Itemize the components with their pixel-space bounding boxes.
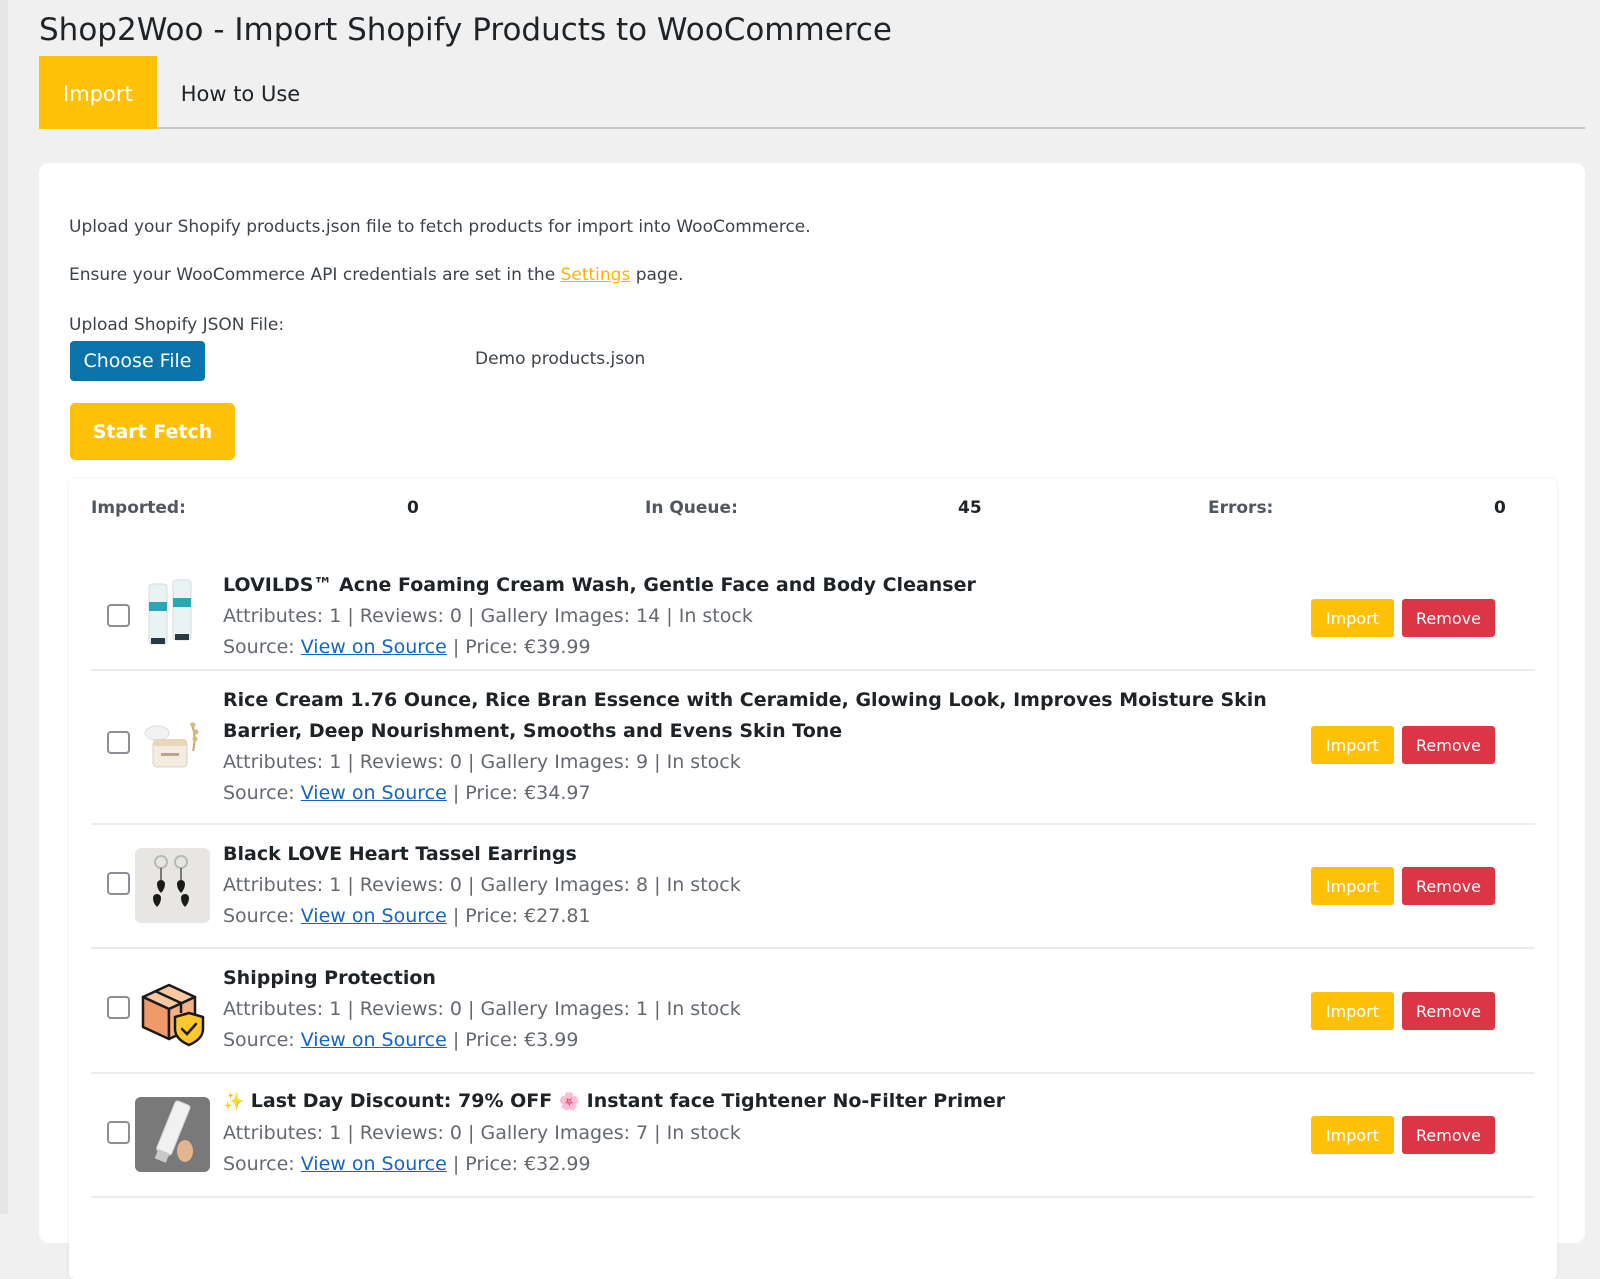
source-label: Source: <box>223 782 295 804</box>
view-on-source-link[interactable]: View on Source <box>301 905 447 927</box>
product-select-checkbox[interactable] <box>107 604 130 627</box>
sparkles-icon: ✨ <box>223 1092 245 1112</box>
primer-tube-image <box>135 1097 210 1172</box>
cleanser-tube-image <box>135 576 210 651</box>
errors-count: 0 <box>1494 498 1506 518</box>
imported-count: 0 <box>407 498 419 518</box>
product-price: | Price: €34.97 <box>452 782 591 804</box>
upload-label: Upload Shopify JSON File: <box>69 315 285 335</box>
product-title-part: Last Day Discount: 79% OFF <box>250 1090 553 1112</box>
product-select-checkbox[interactable] <box>107 1121 130 1144</box>
settings-link[interactable]: Settings <box>561 265 631 285</box>
tab-how-to-use[interactable]: How to Use <box>157 56 324 129</box>
product-thumbnail <box>135 848 210 923</box>
product-price: | Price: €3.99 <box>452 1029 579 1051</box>
remove-button[interactable]: Remove <box>1402 992 1495 1030</box>
product-info: LOVILDS™ Acne Foaming Cream Wash, Gentle… <box>223 570 1293 663</box>
product-thumbnail <box>135 576 210 651</box>
rice-cream-jar-image <box>135 705 210 780</box>
intro-text: Upload your Shopify products.json file t… <box>69 217 811 237</box>
admin-sidebar-edge <box>0 0 8 1214</box>
product-row: LOVILDS™ Acne Foaming Cream Wash, Gentle… <box>91 561 1535 671</box>
tab-import[interactable]: Import <box>39 56 157 129</box>
imported-label: Imported: <box>91 498 186 518</box>
product-meta: Attributes: 1 | Reviews: 0 | Gallery Ima… <box>223 751 741 773</box>
source-label: Source: <box>223 1153 295 1175</box>
product-meta: Attributes: 1 | Reviews: 0 | Gallery Ima… <box>223 874 741 896</box>
tab-bar: Import How to Use <box>39 56 1585 129</box>
view-on-source-link[interactable]: View on Source <box>301 1029 447 1051</box>
product-price: | Price: €32.99 <box>452 1153 591 1175</box>
product-meta: Attributes: 1 | Reviews: 0 | Gallery Ima… <box>223 605 753 627</box>
view-on-source-link[interactable]: View on Source <box>301 636 447 658</box>
product-row: Rice Cream 1.76 Ounce, Rice Bran Essence… <box>91 671 1535 825</box>
start-fetch-button[interactable]: Start Fetch <box>70 403 235 460</box>
import-button[interactable]: Import <box>1311 1116 1394 1154</box>
product-source-line: Source: View on Source | Price: €32.99 <box>223 1149 1293 1180</box>
flower-icon: 🌸 <box>558 1092 580 1112</box>
source-label: Source: <box>223 905 295 927</box>
shipping-box-shield-icon <box>135 973 210 1048</box>
product-source-line: Source: View on Source | Price: €39.99 <box>223 632 1293 663</box>
product-thumbnail <box>135 705 210 780</box>
in-queue-count: 45 <box>958 498 982 518</box>
selected-file-name: Demo products.json <box>475 349 646 369</box>
source-label: Source: <box>223 1029 295 1051</box>
product-meta: Attributes: 1 | Reviews: 0 | Gallery Ima… <box>223 998 741 1020</box>
import-panel: Upload your Shopify products.json file t… <box>39 163 1585 1279</box>
product-title-part: Instant face Tightener No-Filter Primer <box>586 1090 1006 1112</box>
errors-label: Errors: <box>1208 498 1274 518</box>
remove-button[interactable]: Remove <box>1402 867 1495 905</box>
product-title: LOVILDS™ Acne Foaming Cream Wash, Gentle… <box>223 574 976 596</box>
product-thumbnail <box>135 973 210 1048</box>
product-info: Shipping Protection Attributes: 1 | Revi… <box>223 963 1293 1056</box>
product-select-checkbox[interactable] <box>107 996 130 1019</box>
product-row: Shipping Protection Attributes: 1 | Revi… <box>91 949 1535 1074</box>
product-title: Rice Cream 1.76 Ounce, Rice Bran Essence… <box>223 689 1267 742</box>
page-title: Shop2Woo - Import Shopify Products to Wo… <box>39 12 892 48</box>
view-on-source-link[interactable]: View on Source <box>301 782 447 804</box>
product-info: Rice Cream 1.76 Ounce, Rice Bran Essence… <box>223 685 1293 809</box>
product-title: Black LOVE Heart Tassel Earrings <box>223 843 577 865</box>
product-source-line: Source: View on Source | Price: €3.99 <box>223 1025 1293 1056</box>
remove-button[interactable]: Remove <box>1402 599 1495 637</box>
product-meta: Attributes: 1 | Reviews: 0 | Gallery Ima… <box>223 1122 741 1144</box>
product-info: Black LOVE Heart Tassel Earrings Attribu… <box>223 839 1293 932</box>
in-queue-label: In Queue: <box>645 498 738 518</box>
product-row: ✨ Last Day Discount: 79% OFF 🌸 Instant f… <box>91 1074 1535 1198</box>
import-button[interactable]: Import <box>1311 992 1394 1030</box>
product-select-checkbox[interactable] <box>107 872 130 895</box>
product-select-checkbox[interactable] <box>107 731 130 754</box>
choose-file-button[interactable]: Choose File <box>70 341 205 381</box>
page-wrap: Shop2Woo - Import Shopify Products to Wo… <box>39 0 1585 1279</box>
product-list-panel: Imported: 0 In Queue: 45 Errors: 0 LOVIL… <box>69 479 1557 1279</box>
product-price: | Price: €27.81 <box>452 905 591 927</box>
import-button[interactable]: Import <box>1311 867 1394 905</box>
import-button[interactable]: Import <box>1311 599 1394 637</box>
product-info: ✨ Last Day Discount: 79% OFF 🌸 Instant f… <box>223 1086 1293 1180</box>
credentials-note: Ensure your WooCommerce API credentials … <box>69 263 684 287</box>
remove-button[interactable]: Remove <box>1402 726 1495 764</box>
source-label: Source: <box>223 636 295 658</box>
product-price: | Price: €39.99 <box>452 636 591 658</box>
product-row: Black LOVE Heart Tassel Earrings Attribu… <box>91 825 1535 949</box>
credentials-note-after: page. <box>630 265 684 285</box>
product-title: Shipping Protection <box>223 967 436 989</box>
product-source-line: Source: View on Source | Price: €27.81 <box>223 901 1293 932</box>
import-button[interactable]: Import <box>1311 726 1394 764</box>
product-thumbnail <box>135 1097 210 1172</box>
remove-button[interactable]: Remove <box>1402 1116 1495 1154</box>
product-source-line: Source: View on Source | Price: €34.97 <box>223 778 1293 809</box>
heart-earrings-image <box>135 848 210 923</box>
product-title: ✨ Last Day Discount: 79% OFF 🌸 Instant f… <box>223 1086 1293 1118</box>
view-on-source-link[interactable]: View on Source <box>301 1153 447 1175</box>
credentials-note-before: Ensure your WooCommerce API credentials … <box>69 265 561 285</box>
